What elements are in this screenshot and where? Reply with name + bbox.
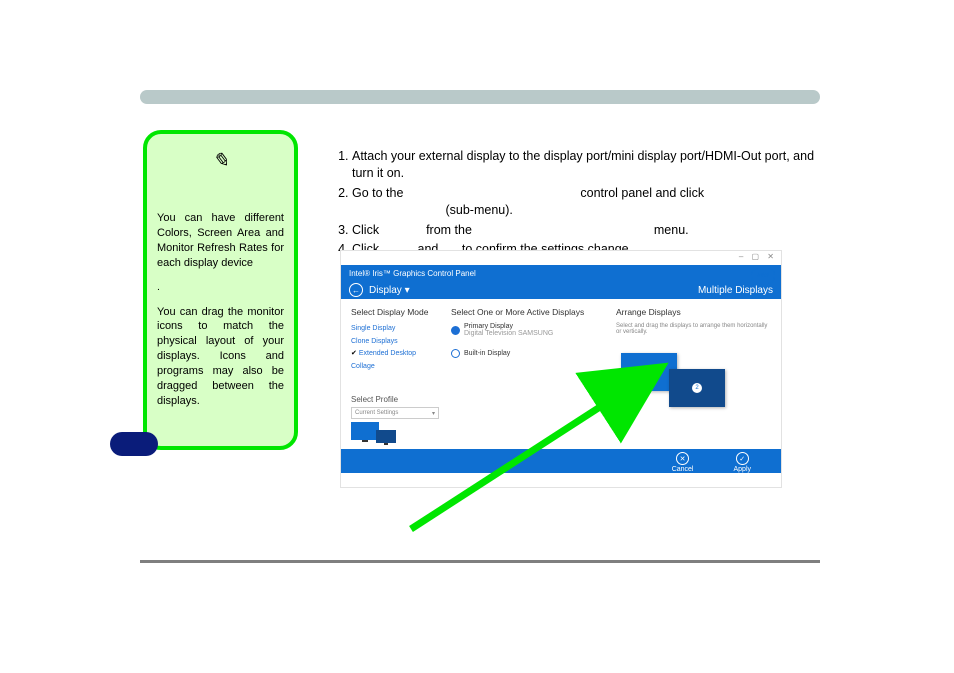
cancel-button[interactable]: ✕ Cancel	[672, 452, 694, 470]
intel-logo-icon: intel	[751, 268, 775, 284]
header-rule	[140, 90, 820, 104]
instruction-3: Click from the menu.	[352, 222, 830, 239]
col-header-display-mode: Select Display Mode	[351, 307, 436, 317]
monitor-preview-icon	[351, 422, 396, 443]
mode-single[interactable]: Single Display	[351, 323, 416, 336]
footer-rule	[140, 560, 820, 563]
panel-body: Select Display Mode Select One or More A…	[341, 299, 781, 449]
instruction-3b: from the	[426, 223, 472, 237]
instruction-2c: (sub-menu).	[445, 203, 512, 217]
note-paragraph-2: You can drag the monitor icons to match …	[157, 305, 284, 409]
pen-icon: ✎	[157, 148, 284, 173]
side-pill	[110, 432, 158, 456]
apply-label: Apply	[733, 466, 751, 473]
profile-select[interactable]: Current Settings ▾	[351, 407, 439, 419]
instruction-2a: Go to the	[352, 186, 403, 200]
active-display-1-sub: Digital Television SAMSUNG	[464, 330, 553, 337]
panel-title: Intel® Iris™ Graphics Control Panel	[349, 269, 476, 278]
instruction-1-text: Attach your external display to the disp…	[352, 149, 814, 180]
radio-off-icon	[451, 349, 460, 358]
instruction-2b: control panel and click	[580, 186, 704, 200]
cancel-label: Cancel	[672, 466, 694, 473]
panel-header: Intel® Iris™ Graphics Control Panel	[341, 265, 781, 281]
breadcrumb-display[interactable]: Display ▾	[369, 285, 410, 296]
profile-value: Current Settings	[355, 410, 398, 416]
monitor-1-number: 1	[644, 367, 654, 377]
mode-clone[interactable]: Clone Displays	[351, 336, 416, 349]
monitor-2-number: 2	[692, 383, 702, 393]
apply-button[interactable]: ✓ Apply	[733, 452, 751, 470]
panel-footer: ✕ Cancel ✓ Apply	[341, 449, 781, 473]
active-display-1-label: Primary Display	[464, 323, 513, 330]
chevron-down-icon: ▾	[432, 410, 435, 417]
col-header-arrange: Arrange Displays	[616, 307, 771, 317]
apply-icon: ✓	[736, 452, 749, 465]
back-button[interactable]: ←	[349, 283, 363, 297]
breadcrumb-right[interactable]: Multiple Displays	[698, 285, 773, 296]
window-titlebar: – ▢ ✕	[341, 251, 781, 265]
page: ✎ You can have different Colors, Screen …	[0, 0, 954, 673]
screenshot-intel-panel: – ▢ ✕ Intel® Iris™ Graphics Control Pane…	[340, 250, 782, 488]
instruction-2: Go to the control panel and click (sub-m…	[352, 185, 830, 219]
note-callout: ✎ You can have different Colors, Screen …	[143, 130, 298, 450]
cancel-icon: ✕	[676, 452, 689, 465]
mode-extended[interactable]: Extended Desktop	[351, 348, 416, 361]
active-display-1[interactable]: Primary Display Digital Television SAMSU…	[451, 323, 553, 337]
col-header-active-displays: Select One or More Active Displays	[451, 307, 601, 317]
active-display-2-label: Built-in Display	[464, 350, 510, 357]
mode-collage[interactable]: Collage	[351, 361, 416, 374]
radio-on-icon	[451, 326, 460, 335]
profile-label: Select Profile	[351, 395, 439, 404]
instruction-3a: Click	[352, 223, 379, 237]
display-mode-list: Single Display Clone Displays Extended D…	[351, 323, 416, 373]
monitor-big-icon	[351, 422, 379, 440]
monitor-tile-2[interactable]: 2	[669, 369, 725, 407]
instruction-3c: menu.	[654, 223, 689, 237]
note-paragraph-1: You can have different Colors, Screen Ar…	[157, 211, 284, 270]
instruction-1: Attach your external display to the disp…	[352, 148, 830, 182]
window-buttons[interactable]: – ▢ ✕	[739, 252, 777, 261]
profile-section: Select Profile Current Settings ▾	[351, 395, 439, 419]
breadcrumb: ← Display ▾ Multiple Displays	[341, 281, 781, 299]
note-as-long: .	[157, 280, 284, 294]
monitor-small-icon	[376, 430, 396, 443]
active-display-2[interactable]: Built-in Display	[451, 349, 510, 358]
arrange-hint: Select and drag the displays to arrange …	[616, 323, 771, 335]
instructions: Attach your external display to the disp…	[330, 148, 830, 261]
